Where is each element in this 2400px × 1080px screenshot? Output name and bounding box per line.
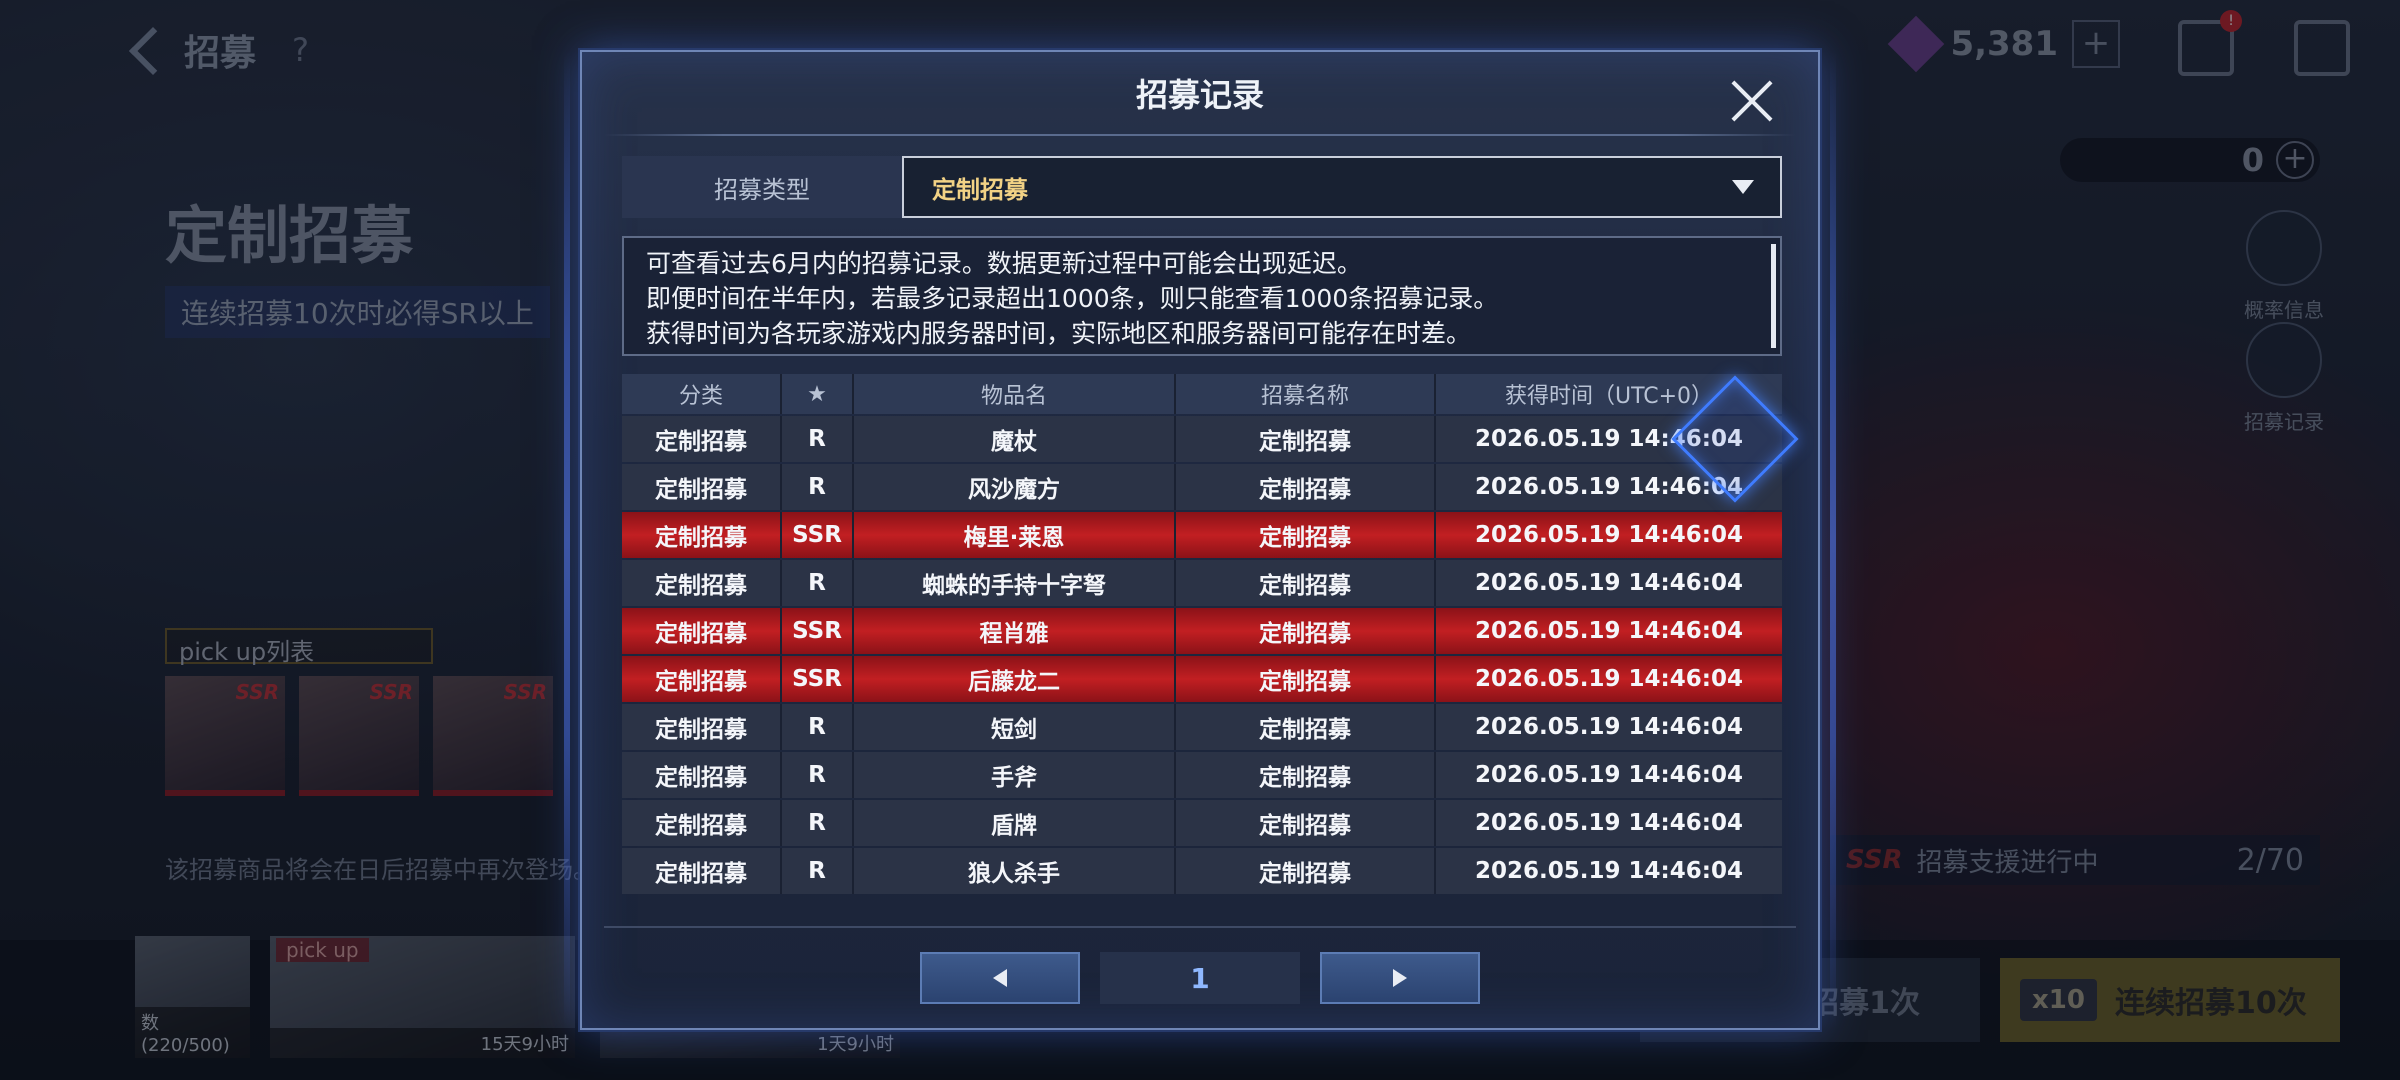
table-row: 定制招募 R 手斧 定制招募 2026.05.19 14:46:04 (622, 752, 1782, 798)
table-row: 定制招募 R 魔杖 定制招募 2026.05.19 14:46:04 (622, 416, 1782, 462)
column-header-recruit: 招募名称 (1176, 374, 1436, 414)
table-row: 定制招募 SSR 梅里·莱恩 定制招募 2026.05.19 14:46:04 (622, 512, 1782, 558)
cell-category: 定制招募 (622, 512, 782, 558)
cell-item: 狼人杀手 (854, 848, 1176, 894)
cell-item: 风沙魔方 (854, 464, 1176, 510)
cell-rarity: SSR (782, 512, 854, 558)
cell-category: 定制招募 (622, 656, 782, 702)
cell-rarity: R (782, 848, 854, 894)
cell-category: 定制招募 (622, 608, 782, 654)
cell-recruit: 定制招募 (1176, 656, 1436, 702)
cell-category: 定制招募 (622, 800, 782, 846)
divider (604, 926, 1796, 928)
cell-item: 蜘蛛的手持十字弩 (854, 560, 1176, 606)
cell-rarity: R (782, 416, 854, 462)
cell-rarity: R (782, 800, 854, 846)
table-row: 定制招募 SSR 后藤龙二 定制招募 2026.05.19 14:46:04 (622, 656, 1782, 702)
cell-time: 2026.05.19 14:46:04 (1475, 714, 1743, 740)
cell-category: 定制招募 (622, 704, 782, 750)
pagination: 1 (582, 952, 1818, 1006)
recruit-type-value: 定制招募 (932, 175, 1028, 204)
cell-item: 后藤龙二 (854, 656, 1176, 702)
cell-category: 定制招募 (622, 416, 782, 462)
table-row: 定制招募 R 狼人杀手 定制招募 2026.05.19 14:46:04 (622, 848, 1782, 894)
cell-recruit: 定制招募 (1176, 560, 1436, 606)
cell-rarity: SSR (782, 608, 854, 654)
cell-time: 2026.05.19 14:46:04 (1475, 570, 1743, 596)
cell-rarity: R (782, 704, 854, 750)
cell-time: 2026.05.19 14:46:04 (1475, 618, 1743, 644)
notice-line: 可查看过去6月内的招募记录。数据更新过程中可能会出现延迟。 (646, 249, 1362, 278)
cell-category: 定制招募 (622, 560, 782, 606)
previous-page-button[interactable] (920, 952, 1080, 1004)
record-table: 分类 ★ 物品名 招募名称 获得时间（UTC+0） 定制招募 R 魔杖 定制招募… (622, 374, 1782, 894)
divider (604, 134, 1796, 136)
notice-line: 获得时间为各玩家游戏内服务器时间，实际地区和服务器间可能存在时差。 (646, 319, 1472, 348)
next-page-button[interactable] (1320, 952, 1480, 1004)
table-row: 定制招募 R 风沙魔方 定制招募 2026.05.19 14:46:04 (622, 464, 1782, 510)
cell-recruit: 定制招募 (1176, 848, 1436, 894)
cell-item: 程肖雅 (854, 608, 1176, 654)
cell-recruit: 定制招募 (1176, 704, 1436, 750)
dialog-title: 招募记录 (1135, 76, 1264, 114)
arrow-left-icon (993, 969, 1007, 987)
recruit-type-dropdown[interactable]: 定制招募 (902, 156, 1782, 218)
cell-category: 定制招募 (622, 464, 782, 510)
notice-scrollbar[interactable] (1771, 244, 1776, 348)
arrow-right-icon (1393, 969, 1407, 987)
cell-recruit: 定制招募 (1176, 512, 1436, 558)
chevron-down-icon (1732, 180, 1754, 194)
cell-rarity: R (782, 464, 854, 510)
cell-time: 2026.05.19 14:46:04 (1475, 858, 1743, 884)
column-header-item: 物品名 (854, 374, 1176, 414)
cell-recruit: 定制招募 (1176, 752, 1436, 798)
notice-box: 可查看过去6月内的招募记录。数据更新过程中可能会出现延迟。 即便时间在半年内，若… (622, 236, 1782, 356)
cell-time: 2026.05.19 14:46:04 (1475, 666, 1743, 692)
close-icon[interactable] (1728, 76, 1778, 126)
cell-rarity: R (782, 560, 854, 606)
table-row: 定制招募 R 盾牌 定制招募 2026.05.19 14:46:04 (622, 800, 1782, 846)
cell-item: 梅里·莱恩 (854, 512, 1176, 558)
cell-time: 2026.05.19 14:46:04 (1475, 762, 1743, 788)
cell-recruit: 定制招募 (1176, 416, 1436, 462)
table-row: 定制招募 SSR 程肖雅 定制招募 2026.05.19 14:46:04 (622, 608, 1782, 654)
cell-item: 盾牌 (854, 800, 1176, 846)
cell-time: 2026.05.19 14:46:04 (1475, 810, 1743, 836)
recruit-type-filter: 招募类型 定制招募 (622, 156, 1782, 218)
cell-recruit: 定制招募 (1176, 800, 1436, 846)
page-number: 1 (1100, 952, 1300, 1004)
cell-item: 魔杖 (854, 416, 1176, 462)
notice-line: 即便时间在半年内，若最多记录超出1000条，则只能查看1000条招募记录。 (646, 284, 1499, 313)
star-icon: ★ (782, 374, 854, 414)
cell-item: 短剑 (854, 704, 1176, 750)
cell-category: 定制招募 (622, 752, 782, 798)
recruit-type-label: 招募类型 (622, 156, 902, 218)
cell-time: 2026.05.19 14:46:04 (1475, 522, 1743, 548)
cell-category: 定制招募 (622, 848, 782, 894)
table-row: 定制招募 R 短剑 定制招募 2026.05.19 14:46:04 (622, 704, 1782, 750)
cell-recruit: 定制招募 (1176, 464, 1436, 510)
table-row: 定制招募 R 蜘蛛的手持十字弩 定制招募 2026.05.19 14:46:04 (622, 560, 1782, 606)
table-body: 定制招募 R 魔杖 定制招募 2026.05.19 14:46:04 定制招募 … (622, 416, 1782, 894)
recruit-record-dialog: 招募记录 招募类型 定制招募 可查看过去6月内的招募记录。数据更新过程中可能会出… (564, 50, 1836, 1030)
cell-item: 手斧 (854, 752, 1176, 798)
cell-rarity: R (782, 752, 854, 798)
cell-rarity: SSR (782, 656, 854, 702)
column-header-category: 分类 (622, 374, 782, 414)
table-header: 分类 ★ 物品名 招募名称 获得时间（UTC+0） (622, 374, 1782, 414)
cell-recruit: 定制招募 (1176, 608, 1436, 654)
